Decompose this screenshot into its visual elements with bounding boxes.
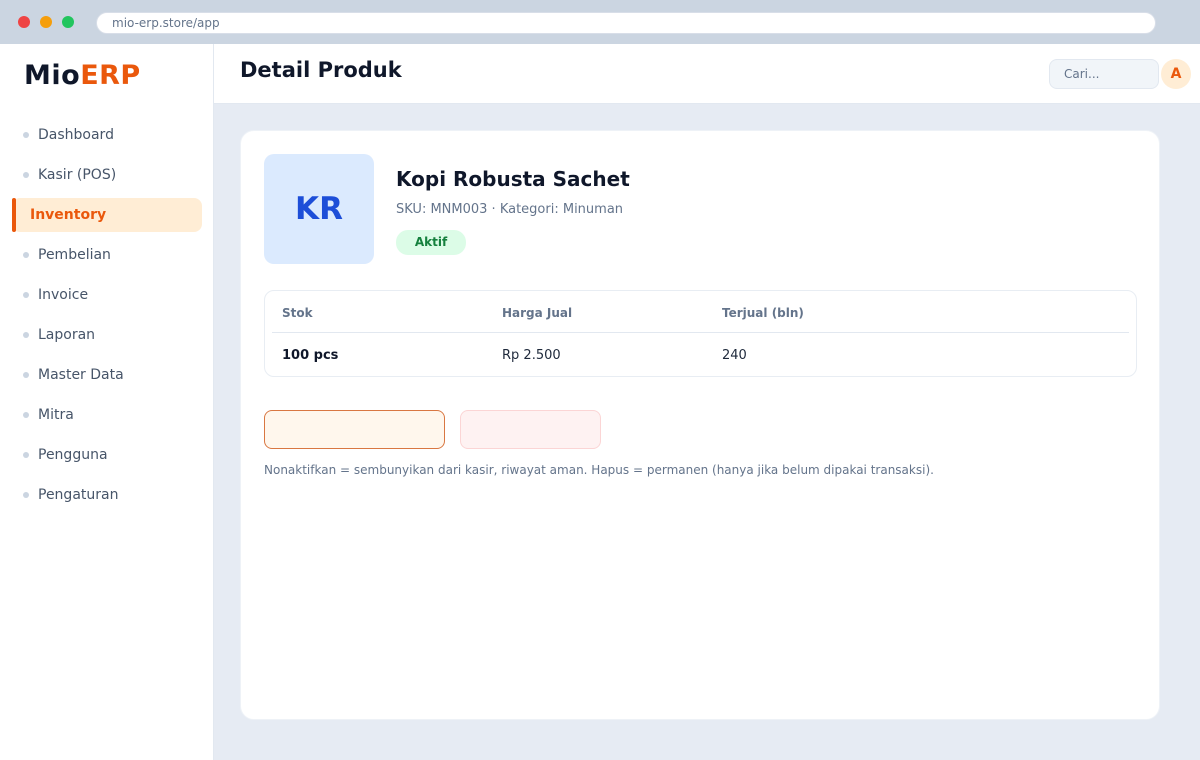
bullet-icon bbox=[23, 332, 29, 338]
browser-chrome: mio-erp.store/app bbox=[0, 0, 1200, 44]
bullet-icon bbox=[23, 172, 29, 178]
logo-text-mio: Mio bbox=[24, 60, 81, 91]
product-detail-card: KR Kopi Robusta Sachet SKU: MNM003 · Kat… bbox=[240, 130, 1160, 720]
bullet-icon bbox=[23, 132, 29, 138]
maximize-window-button[interactable] bbox=[62, 16, 74, 28]
sidebar-item-label: Inventory bbox=[30, 207, 107, 223]
bullet-icon bbox=[23, 292, 29, 298]
sidebar-item-master-data[interactable]: Master Data bbox=[12, 358, 202, 392]
sidebar-item-label: Pengaturan bbox=[38, 487, 119, 503]
sidebar-item-laporan[interactable]: Laporan bbox=[12, 318, 202, 352]
sidebar: MioERP Dashboard Kasir (POS) Inventory P… bbox=[0, 44, 214, 760]
top-bar: Detail Produk A bbox=[214, 44, 1200, 104]
stats-value-harga-jual: Rp 2.500 bbox=[502, 348, 561, 363]
sidebar-item-pengguna[interactable]: Pengguna bbox=[12, 438, 202, 472]
user-avatar[interactable]: A bbox=[1161, 59, 1191, 89]
product-meta: SKU: MNM003 · Kategori: Minuman bbox=[396, 202, 624, 217]
product-stats-table: Stok Harga Jual Terjual (bln) 100 pcs Rp… bbox=[264, 290, 1137, 377]
close-window-button[interactable] bbox=[18, 16, 30, 28]
sidebar-item-invoice[interactable]: Invoice bbox=[12, 278, 202, 312]
bullet-icon bbox=[23, 252, 29, 258]
stats-value-stok: 100 pcs bbox=[282, 348, 339, 363]
address-bar[interactable]: mio-erp.store/app bbox=[96, 12, 1156, 34]
status-badge: Aktif bbox=[396, 230, 466, 255]
sidebar-item-label: Pengguna bbox=[38, 447, 108, 463]
sidebar-item-label: Invoice bbox=[38, 287, 89, 303]
delete-button[interactable] bbox=[460, 410, 601, 449]
bullet-icon bbox=[23, 412, 29, 418]
sidebar-item-label: Dashboard bbox=[38, 127, 114, 143]
sidebar-item-inventory[interactable]: Inventory bbox=[12, 198, 202, 232]
sidebar-item-label: Mitra bbox=[38, 407, 74, 423]
bullet-icon bbox=[23, 372, 29, 378]
minimize-window-button[interactable] bbox=[40, 16, 52, 28]
bullet-icon bbox=[23, 452, 29, 458]
stats-header-stok: Stok bbox=[282, 306, 313, 320]
stats-value-terjual: 240 bbox=[722, 348, 747, 363]
logo-text-erp: ERP bbox=[80, 60, 141, 91]
app-logo[interactable]: MioERP bbox=[24, 60, 141, 91]
product-thumbnail: KR bbox=[264, 154, 374, 264]
sidebar-item-mitra[interactable]: Mitra bbox=[12, 398, 202, 432]
deactivate-button[interactable] bbox=[264, 410, 445, 449]
table-divider bbox=[272, 332, 1129, 333]
help-note: Nonaktifkan = sembunyikan dari kasir, ri… bbox=[264, 463, 934, 477]
stats-header-terjual: Terjual (bln) bbox=[722, 306, 804, 320]
sidebar-item-label: Kasir (POS) bbox=[38, 167, 117, 183]
search-input[interactable] bbox=[1049, 59, 1159, 89]
bullet-icon bbox=[23, 492, 29, 498]
sidebar-item-kasir[interactable]: Kasir (POS) bbox=[12, 158, 202, 192]
sidebar-item-label: Pembelian bbox=[38, 247, 111, 263]
page-title: Detail Produk bbox=[240, 58, 402, 82]
stats-header-harga-jual: Harga Jual bbox=[502, 306, 573, 320]
sidebar-item-label: Laporan bbox=[38, 327, 96, 343]
sidebar-item-pembelian[interactable]: Pembelian bbox=[12, 238, 202, 272]
sidebar-item-pengaturan[interactable]: Pengaturan bbox=[12, 478, 202, 512]
sidebar-item-label: Master Data bbox=[38, 367, 124, 383]
product-name: Kopi Robusta Sachet bbox=[396, 167, 630, 191]
sidebar-item-dashboard[interactable]: Dashboard bbox=[12, 118, 202, 152]
active-indicator bbox=[12, 198, 16, 232]
